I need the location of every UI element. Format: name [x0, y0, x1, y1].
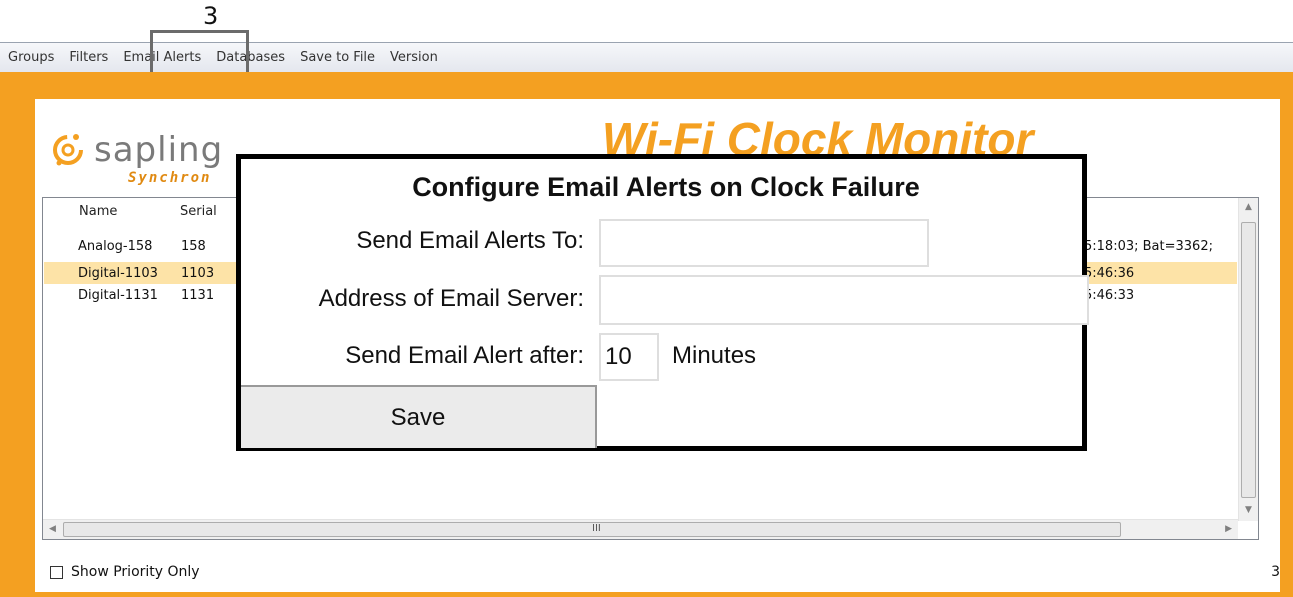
step-number-annotation: 3	[203, 2, 219, 30]
horizontal-scrollbar[interactable]: ◀ III ▶	[43, 519, 1238, 539]
menu-bar: Groups Filters Email Alerts Databases Sa…	[0, 42, 1293, 72]
cell-status: 5:46:33	[1084, 288, 1135, 303]
logo-subtext: Synchron	[128, 170, 212, 186]
column-header-serial[interactable]: Serial	[180, 204, 217, 219]
send-after-label: Send Email Alert after:	[345, 342, 584, 369]
menu-save-to-file[interactable]: Save to File	[300, 50, 375, 65]
cell-status: 5:18:03; Bat=3362;	[1084, 239, 1213, 254]
show-priority-label: Show Priority Only	[71, 564, 200, 580]
email-server-label: Address of Email Server:	[318, 285, 584, 312]
menu-groups[interactable]: Groups	[8, 50, 54, 65]
scroll-left-arrow-icon[interactable]: ◀	[49, 524, 56, 534]
send-after-minutes-input[interactable]	[599, 333, 659, 381]
horizontal-scroll-thumb[interactable]: III	[63, 522, 1121, 537]
logo-text: sapling	[94, 130, 224, 170]
menu-version[interactable]: Version	[390, 50, 438, 65]
menu-email-alerts[interactable]: Email Alerts	[123, 50, 201, 65]
cell-serial: 1103	[181, 266, 215, 281]
column-header-name[interactable]: Name	[79, 204, 117, 219]
cell-name: Digital-1103	[78, 266, 158, 281]
scroll-down-arrow-icon[interactable]: ▼	[1245, 505, 1252, 515]
item-count: 3	[1271, 564, 1280, 580]
email-server-input[interactable]	[599, 275, 1089, 325]
menu-filters[interactable]: Filters	[69, 50, 108, 65]
scroll-right-arrow-icon[interactable]: ▶	[1225, 524, 1232, 534]
email-alerts-dialog: Configure Email Alerts on Clock Failure …	[236, 154, 1089, 451]
vertical-scroll-thumb[interactable]	[1241, 222, 1256, 498]
cell-status: 5:46:36	[1084, 266, 1135, 281]
send-to-email-input[interactable]	[599, 219, 929, 267]
scroll-up-arrow-icon[interactable]: ▲	[1245, 202, 1252, 212]
minutes-label: Minutes	[672, 342, 757, 369]
show-priority-checkbox[interactable]	[50, 565, 63, 579]
cell-name: Analog-158	[78, 239, 153, 254]
sapling-logo-icon	[53, 134, 83, 166]
save-button[interactable]: Save	[241, 385, 597, 448]
menu-databases[interactable]: Databases	[216, 50, 285, 65]
show-priority-only-option[interactable]: Show Priority Only	[50, 564, 200, 580]
dialog-title: Configure Email Alerts on Clock Failure	[412, 172, 920, 202]
scroll-grip-icon: III	[592, 523, 601, 534]
cell-name: Digital-1131	[78, 288, 158, 303]
cell-serial: 158	[181, 239, 206, 254]
cell-serial: 1131	[181, 288, 215, 303]
vertical-scrollbar[interactable]: ▲ ▼	[1238, 198, 1258, 521]
send-to-label: Send Email Alerts To:	[356, 227, 584, 254]
